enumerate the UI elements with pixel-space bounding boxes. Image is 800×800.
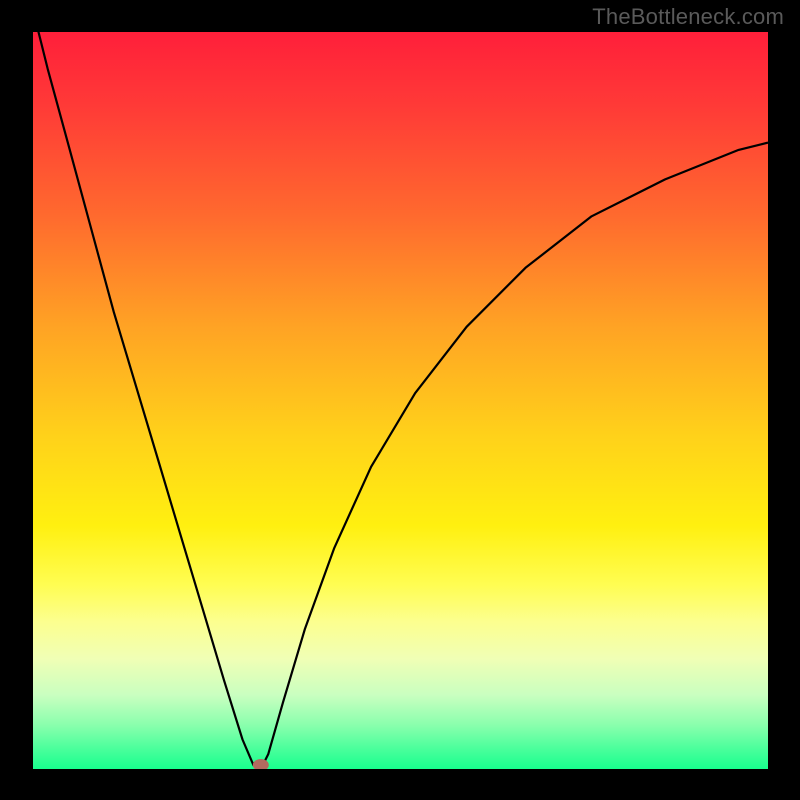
bottleneck-curve-path xyxy=(33,32,768,769)
minimum-marker-dot xyxy=(253,759,269,769)
watermark-text: TheBottleneck.com xyxy=(592,4,784,30)
bottleneck-curve-svg xyxy=(33,32,768,769)
chart-frame: TheBottleneck.com xyxy=(0,0,800,800)
